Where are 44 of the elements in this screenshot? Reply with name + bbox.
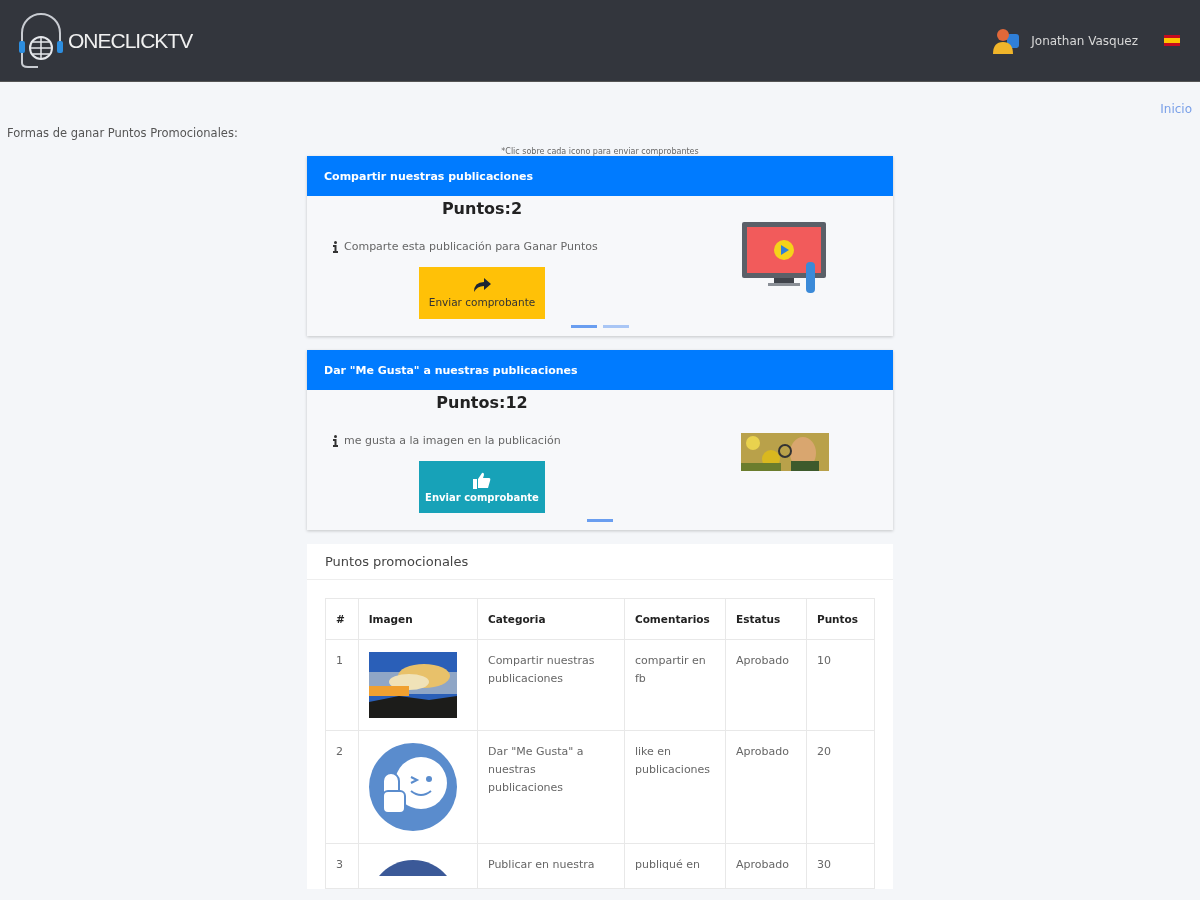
share-arrow-icon xyxy=(473,278,491,293)
column-header: Estatus xyxy=(725,598,807,640)
send-proof-button[interactable]: Enviar comprobante xyxy=(419,267,545,319)
thumbs-up-smiley-icon xyxy=(368,743,457,831)
card-title: Dar "Me Gusta" a nuestras publicaciones xyxy=(324,363,578,377)
carousel-indicator[interactable] xyxy=(603,325,629,328)
info-text: me gusta a la imagen en la publicación xyxy=(344,434,561,447)
table-cell: 1 xyxy=(325,639,359,731)
thumbs-up-icon xyxy=(473,471,491,489)
info-icon xyxy=(333,434,338,447)
column-header: Puntos xyxy=(806,598,875,640)
page-heading: Formas de ganar Puntos Promocionales: xyxy=(6,125,239,140)
column-header: # xyxy=(325,598,359,640)
user-name[interactable]: Jonathan Vasquez xyxy=(1031,33,1138,48)
table-cell: Aprobado xyxy=(725,730,807,844)
table-cell: 3 xyxy=(325,843,359,889)
column-header: Comentarios xyxy=(624,598,726,640)
spain-flag-icon[interactable] xyxy=(1164,35,1180,46)
column-header: Categoria xyxy=(477,598,625,640)
card-title: Compartir nuestras publicaciones xyxy=(324,169,533,183)
points-text: Puntos:2 xyxy=(441,199,523,218)
table-cell: 10 xyxy=(806,639,875,731)
table-cell: like en publicaciones xyxy=(624,730,726,844)
tv-icon xyxy=(742,221,828,294)
table-cell: Aprobado xyxy=(725,639,807,731)
carousel-indicator[interactable] xyxy=(571,325,597,328)
headset-globe-icon xyxy=(16,10,66,71)
table-cell: 20 xyxy=(806,730,875,844)
table-cell: Compartir nuestras publicaciones xyxy=(477,639,625,731)
table-cell: 2 xyxy=(325,730,359,844)
points-text: Puntos:12 xyxy=(436,393,528,412)
logo-text: ONECLICKTV xyxy=(68,28,193,53)
panel-title: Puntos promocionales xyxy=(307,544,893,580)
carousel-indicator[interactable] xyxy=(587,519,613,522)
info-text: Comparte esta publicación para Ganar Puntos xyxy=(344,240,598,253)
table-cell: compartir en fb xyxy=(624,639,726,731)
table-cell: publiqué en xyxy=(624,843,726,889)
table-cell: 30 xyxy=(806,843,875,889)
table-cell: Aprobado xyxy=(725,843,807,889)
column-header: Imagen xyxy=(358,598,478,640)
table-cell: Publicar en nuestra xyxy=(477,843,625,889)
info-icon xyxy=(333,240,338,253)
table-cell: Dar "Me Gusta" a nuestras publicaciones xyxy=(477,730,625,844)
hint-text: *Clic sobre cada icono para enviar comprobantes xyxy=(500,147,700,156)
